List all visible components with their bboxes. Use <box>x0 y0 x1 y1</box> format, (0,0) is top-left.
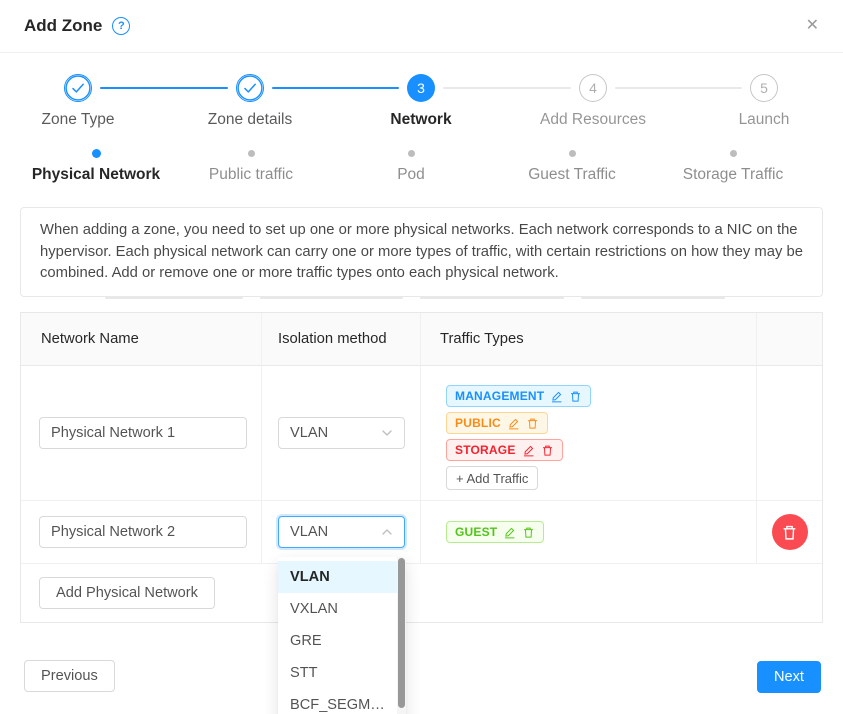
step-zone-type: Zone Type <box>0 74 168 129</box>
dropdown-option-stt[interactable]: STT <box>278 657 406 689</box>
step-number-badge: 4 <box>579 74 607 102</box>
trash-icon[interactable] <box>522 526 535 539</box>
trash-icon[interactable] <box>526 417 539 430</box>
network-name-input[interactable] <box>39 516 247 548</box>
isolation-method-select[interactable]: VLAN <box>278 417 405 449</box>
substep-physical-network: Physical Network <box>6 145 186 184</box>
isolation-method-dropdown: VLAN VXLAN GRE STT BCF_SEGM… <box>278 557 406 714</box>
substep-label: Physical Network <box>32 166 160 184</box>
table-footer-row: Add Physical Network <box>21 564 822 622</box>
traffic-tag-label: GUEST <box>455 525 497 539</box>
dropdown-option-bcf-segment[interactable]: BCF_SEGM… <box>278 689 406 714</box>
trash-icon <box>781 524 798 541</box>
dropdown-option-gre[interactable]: GRE <box>278 625 406 657</box>
check-circle-icon <box>236 74 264 102</box>
trash-icon[interactable] <box>569 390 582 403</box>
scrollbar-thumb[interactable] <box>398 558 405 708</box>
network-substeps: Physical Network Public traffic Pod Gues… <box>0 145 843 191</box>
substep-label: Storage Traffic <box>683 166 784 184</box>
table-header-row: Network Name Isolation method Traffic Ty… <box>21 313 822 366</box>
dropdown-option-vxlan[interactable]: VXLAN <box>278 593 406 625</box>
add-traffic-button[interactable]: + Add Traffic <box>446 466 538 490</box>
substep-connector <box>581 297 725 299</box>
traffic-tag-public: PUBLIC <box>446 412 548 434</box>
traffic-tag-storage: STORAGE <box>446 439 563 461</box>
wizard-steps: Zone Type Zone details 3 Network 4 Add R… <box>0 74 843 134</box>
step-zone-details: Zone details <box>160 74 340 129</box>
substep-pod: Pod <box>321 145 501 184</box>
substep-label: Pod <box>397 166 425 184</box>
network-name-input[interactable] <box>39 417 247 449</box>
add-zone-modal: Add Zone ? ✕ Zone Type Zone details 3 Ne… <box>0 0 843 714</box>
substep-label: Guest Traffic <box>528 166 616 184</box>
step-label: Launch <box>739 111 790 129</box>
select-value: VLAN <box>290 425 328 441</box>
question-circle-icon[interactable]: ? <box>112 17 130 35</box>
page-title: Add Zone <box>24 16 102 36</box>
delete-network-button[interactable] <box>772 514 808 550</box>
chevron-down-icon <box>381 427 393 439</box>
traffic-tag-label: MANAGEMENT <box>455 389 544 403</box>
edit-icon[interactable] <box>507 417 520 430</box>
edit-icon[interactable] <box>550 390 563 403</box>
select-value: VLAN <box>290 524 328 540</box>
edit-icon[interactable] <box>522 444 535 457</box>
traffic-tag-guest: GUEST <box>446 521 544 543</box>
previous-button[interactable]: Previous <box>24 660 115 692</box>
step-number-badge: 5 <box>750 74 778 102</box>
physical-networks-table: Network Name Isolation method Traffic Ty… <box>20 312 823 623</box>
column-header-actions <box>757 313 822 365</box>
step-label: Zone Type <box>42 111 115 129</box>
step-label: Zone details <box>208 111 292 129</box>
step-dot-icon <box>569 145 576 161</box>
trash-icon[interactable] <box>541 444 554 457</box>
close-icon[interactable]: ✕ <box>806 18 819 34</box>
substep-connector <box>260 297 403 299</box>
table-row: VLAN GUEST <box>21 501 822 564</box>
step-launch: 5 Launch <box>674 74 843 129</box>
chevron-up-icon <box>381 526 393 538</box>
substep-public-traffic: Public traffic <box>161 145 341 184</box>
substep-connector <box>105 297 243 299</box>
substep-guest-traffic: Guest Traffic <box>482 145 662 184</box>
step-dot-icon <box>248 145 255 161</box>
check-circle-icon <box>64 74 92 102</box>
table-row: VLAN MANAGEMENT PUBLIC <box>21 366 822 501</box>
step-label: Add Resources <box>540 111 646 129</box>
step-dot-icon <box>92 145 101 161</box>
step-network: 3 Network <box>331 74 511 129</box>
traffic-tag-management: MANAGEMENT <box>446 385 591 407</box>
traffic-tag-label: STORAGE <box>455 443 516 457</box>
next-button[interactable]: Next <box>757 661 821 693</box>
step-dot-icon <box>408 145 415 161</box>
info-text: When adding a zone, you need to set up o… <box>40 220 803 285</box>
dropdown-option-vlan[interactable]: VLAN <box>278 561 406 593</box>
column-header-traffic-types: Traffic Types <box>421 313 757 365</box>
edit-icon[interactable] <box>503 526 516 539</box>
step-label: Network <box>390 111 451 129</box>
substep-connector <box>420 297 564 299</box>
substep-storage-traffic: Storage Traffic <box>643 145 823 184</box>
traffic-tag-label: PUBLIC <box>455 416 501 430</box>
step-dot-icon <box>730 145 737 161</box>
column-header-isolation-method: Isolation method <box>262 313 421 365</box>
add-physical-network-button[interactable]: Add Physical Network <box>39 577 215 609</box>
step-add-resources: 4 Add Resources <box>503 74 683 129</box>
row-actions-cell <box>757 366 822 500</box>
isolation-method-select-open[interactable]: VLAN <box>278 516 405 548</box>
step-number-badge: 3 <box>407 74 435 102</box>
substep-label: Public traffic <box>209 166 293 184</box>
column-header-network-name: Network Name <box>21 313 262 365</box>
info-box: When adding a zone, you need to set up o… <box>20 207 823 297</box>
modal-header: Add Zone ? ✕ <box>0 0 843 53</box>
